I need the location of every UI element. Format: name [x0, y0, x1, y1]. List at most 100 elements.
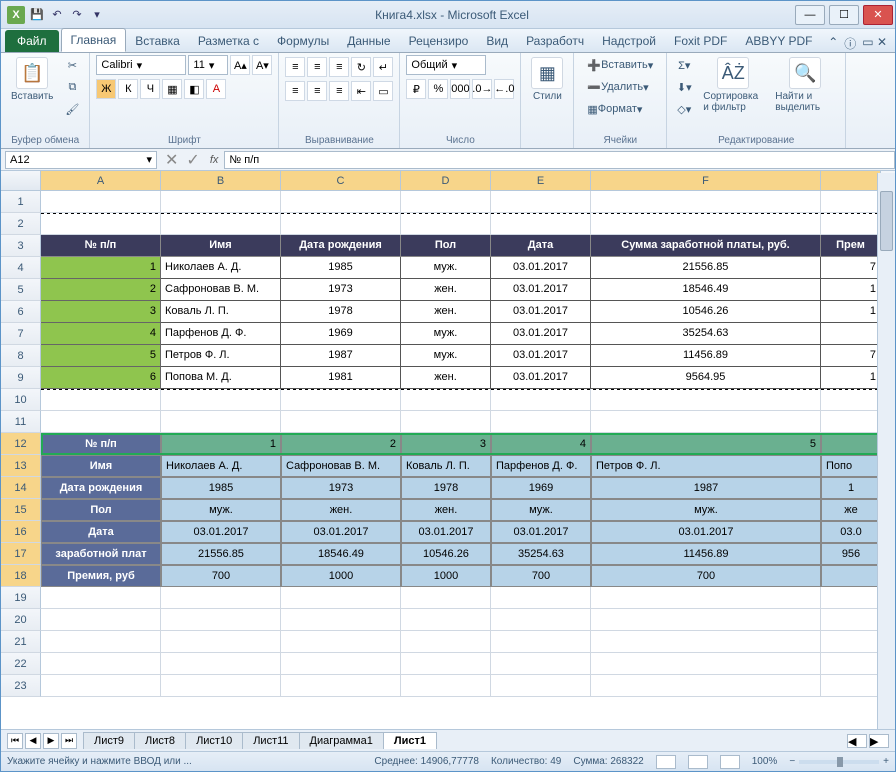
find-select-button[interactable]: 🔍 Найти и выделить	[771, 55, 839, 115]
row-hdr-19[interactable]: 19	[1, 587, 41, 609]
cell[interactable]	[161, 411, 281, 433]
cell[interactable]	[821, 191, 881, 213]
zoom-out-icon[interactable]: −	[789, 756, 795, 767]
format-cells-button[interactable]: ▦ Формат ▾	[580, 99, 649, 119]
cell[interactable]	[491, 653, 591, 675]
cell[interactable]: Коваль Л. П.	[161, 301, 281, 323]
save-icon[interactable]: 💾	[29, 7, 45, 23]
row-hdr-23[interactable]: 23	[1, 675, 41, 697]
tab-view[interactable]: Вид	[477, 30, 517, 52]
col-hdr-c[interactable]: C	[281, 171, 401, 190]
cell[interactable]: 10546.26	[591, 301, 821, 323]
col-hdr-d[interactable]: D	[401, 171, 491, 190]
cell[interactable]: Коваль Л. П.	[401, 455, 491, 477]
font-color-icon[interactable]: A	[206, 79, 226, 99]
row-hdr-22[interactable]: 22	[1, 653, 41, 675]
table-row[interactable]	[41, 653, 895, 675]
cell[interactable]	[821, 411, 881, 433]
cell[interactable]: 35254.63	[491, 543, 591, 565]
table-row[interactable]	[41, 389, 895, 411]
cell[interactable]	[41, 631, 161, 653]
sheet-tab[interactable]: Лист11	[242, 732, 299, 749]
file-tab[interactable]: Файл	[5, 30, 59, 52]
zoom-slider[interactable]: − +	[789, 756, 889, 767]
cell[interactable]: № п/п	[41, 433, 161, 455]
cell[interactable]: Николаев А. Д.	[161, 257, 281, 279]
align-center-icon[interactable]: ≡	[307, 81, 327, 101]
fx-icon[interactable]: fx	[204, 154, 225, 166]
cell[interactable]: 9564.95	[591, 367, 821, 389]
row-hdr-14[interactable]: 14	[1, 477, 41, 499]
col-hdr-f[interactable]: F	[591, 171, 821, 190]
undo-icon[interactable]: ↶	[49, 7, 65, 23]
table-row[interactable]: Премия, руб70010001000700700	[41, 565, 895, 587]
cell[interactable]	[491, 675, 591, 697]
align-right-icon[interactable]: ≡	[329, 81, 349, 101]
table-row[interactable]: 6Попова М. Д.1981жен.03.01.20179564.951	[41, 367, 895, 389]
hscroll-right-icon[interactable]: ▶	[869, 734, 889, 748]
cell[interactable]: Дата	[491, 235, 591, 257]
row-hdr-10[interactable]: 10	[1, 389, 41, 411]
cell[interactable]: 956	[821, 543, 881, 565]
cell[interactable]	[821, 213, 881, 235]
tab-review[interactable]: Рецензиро	[400, 30, 478, 52]
row-hdr-17[interactable]: 17	[1, 543, 41, 565]
cell[interactable]	[161, 587, 281, 609]
cell[interactable]: 11456.89	[591, 345, 821, 367]
cell[interactable]: Петров Ф. Л.	[591, 455, 821, 477]
cancel-btn[interactable]: ✕	[161, 150, 182, 170]
cell[interactable]	[41, 389, 161, 411]
cell[interactable]: Прем	[821, 235, 881, 257]
sheet-tab[interactable]: Лист10	[185, 732, 243, 749]
cell[interactable]: муж.	[401, 257, 491, 279]
cell[interactable]: муж.	[401, 345, 491, 367]
cell[interactable]: Дата рождения	[41, 477, 161, 499]
view-layout-icon[interactable]	[688, 755, 708, 769]
cell[interactable]: 1000	[281, 565, 401, 587]
cell[interactable]	[821, 587, 881, 609]
cell[interactable]: Пол	[401, 235, 491, 257]
cell[interactable]: муж.	[591, 499, 821, 521]
copy-icon[interactable]: ⧉	[61, 77, 83, 97]
tab-insert[interactable]: Вставка	[126, 30, 189, 52]
minimize-button[interactable]: —	[795, 5, 825, 25]
row-hdr-20[interactable]: 20	[1, 609, 41, 631]
cell[interactable]	[591, 609, 821, 631]
cell[interactable]	[591, 191, 821, 213]
table-row[interactable]	[41, 675, 895, 697]
cell[interactable]	[41, 653, 161, 675]
cell[interactable]: 3	[41, 301, 161, 323]
sort-filter-button[interactable]: ÂŻ Сортировка и фильтр	[699, 55, 767, 115]
tab-foxit[interactable]: Foxit PDF	[665, 30, 736, 52]
align-mid-icon[interactable]: ≡	[307, 57, 327, 77]
sheet-nav-first-icon[interactable]: ⏮	[7, 733, 23, 749]
increase-decimal-icon[interactable]: .0→	[472, 79, 492, 99]
cell-styles-button[interactable]: ▦ Стили	[527, 55, 567, 104]
cell[interactable]	[821, 323, 881, 345]
table-row[interactable]: заработной плат21556.8518546.4910546.263…	[41, 543, 895, 565]
close-button[interactable]: ✕	[863, 5, 893, 25]
cell[interactable]	[401, 653, 491, 675]
row-hdr-12[interactable]: 12	[1, 433, 41, 455]
table-row[interactable]	[41, 631, 895, 653]
namebox-dropdown-icon[interactable]: ▾	[146, 153, 152, 166]
tab-developer[interactable]: Разработч	[517, 30, 593, 52]
cell[interactable]: 1973	[281, 279, 401, 301]
cell[interactable]: 2	[41, 279, 161, 301]
cell[interactable]: 03.01.2017	[491, 367, 591, 389]
decrease-decimal-icon[interactable]: ←.0	[494, 79, 514, 99]
autosum-icon[interactable]: Σ▾	[673, 55, 695, 75]
tab-layout[interactable]: Разметка с	[189, 30, 268, 52]
cell[interactable]: Парфенов Д. Ф.	[161, 323, 281, 345]
cell[interactable]	[161, 213, 281, 235]
row-hdr-7[interactable]: 7	[1, 323, 41, 345]
cell[interactable]: Имя	[161, 235, 281, 257]
table-row[interactable]	[41, 191, 895, 213]
view-break-icon[interactable]	[720, 755, 740, 769]
cell[interactable]	[161, 389, 281, 411]
help-icon[interactable]: ⓘ	[844, 35, 856, 52]
cell[interactable]: 21556.85	[161, 543, 281, 565]
cell[interactable]: 1973	[281, 477, 401, 499]
bold-button[interactable]: Ж	[96, 79, 116, 99]
cell[interactable]	[591, 675, 821, 697]
